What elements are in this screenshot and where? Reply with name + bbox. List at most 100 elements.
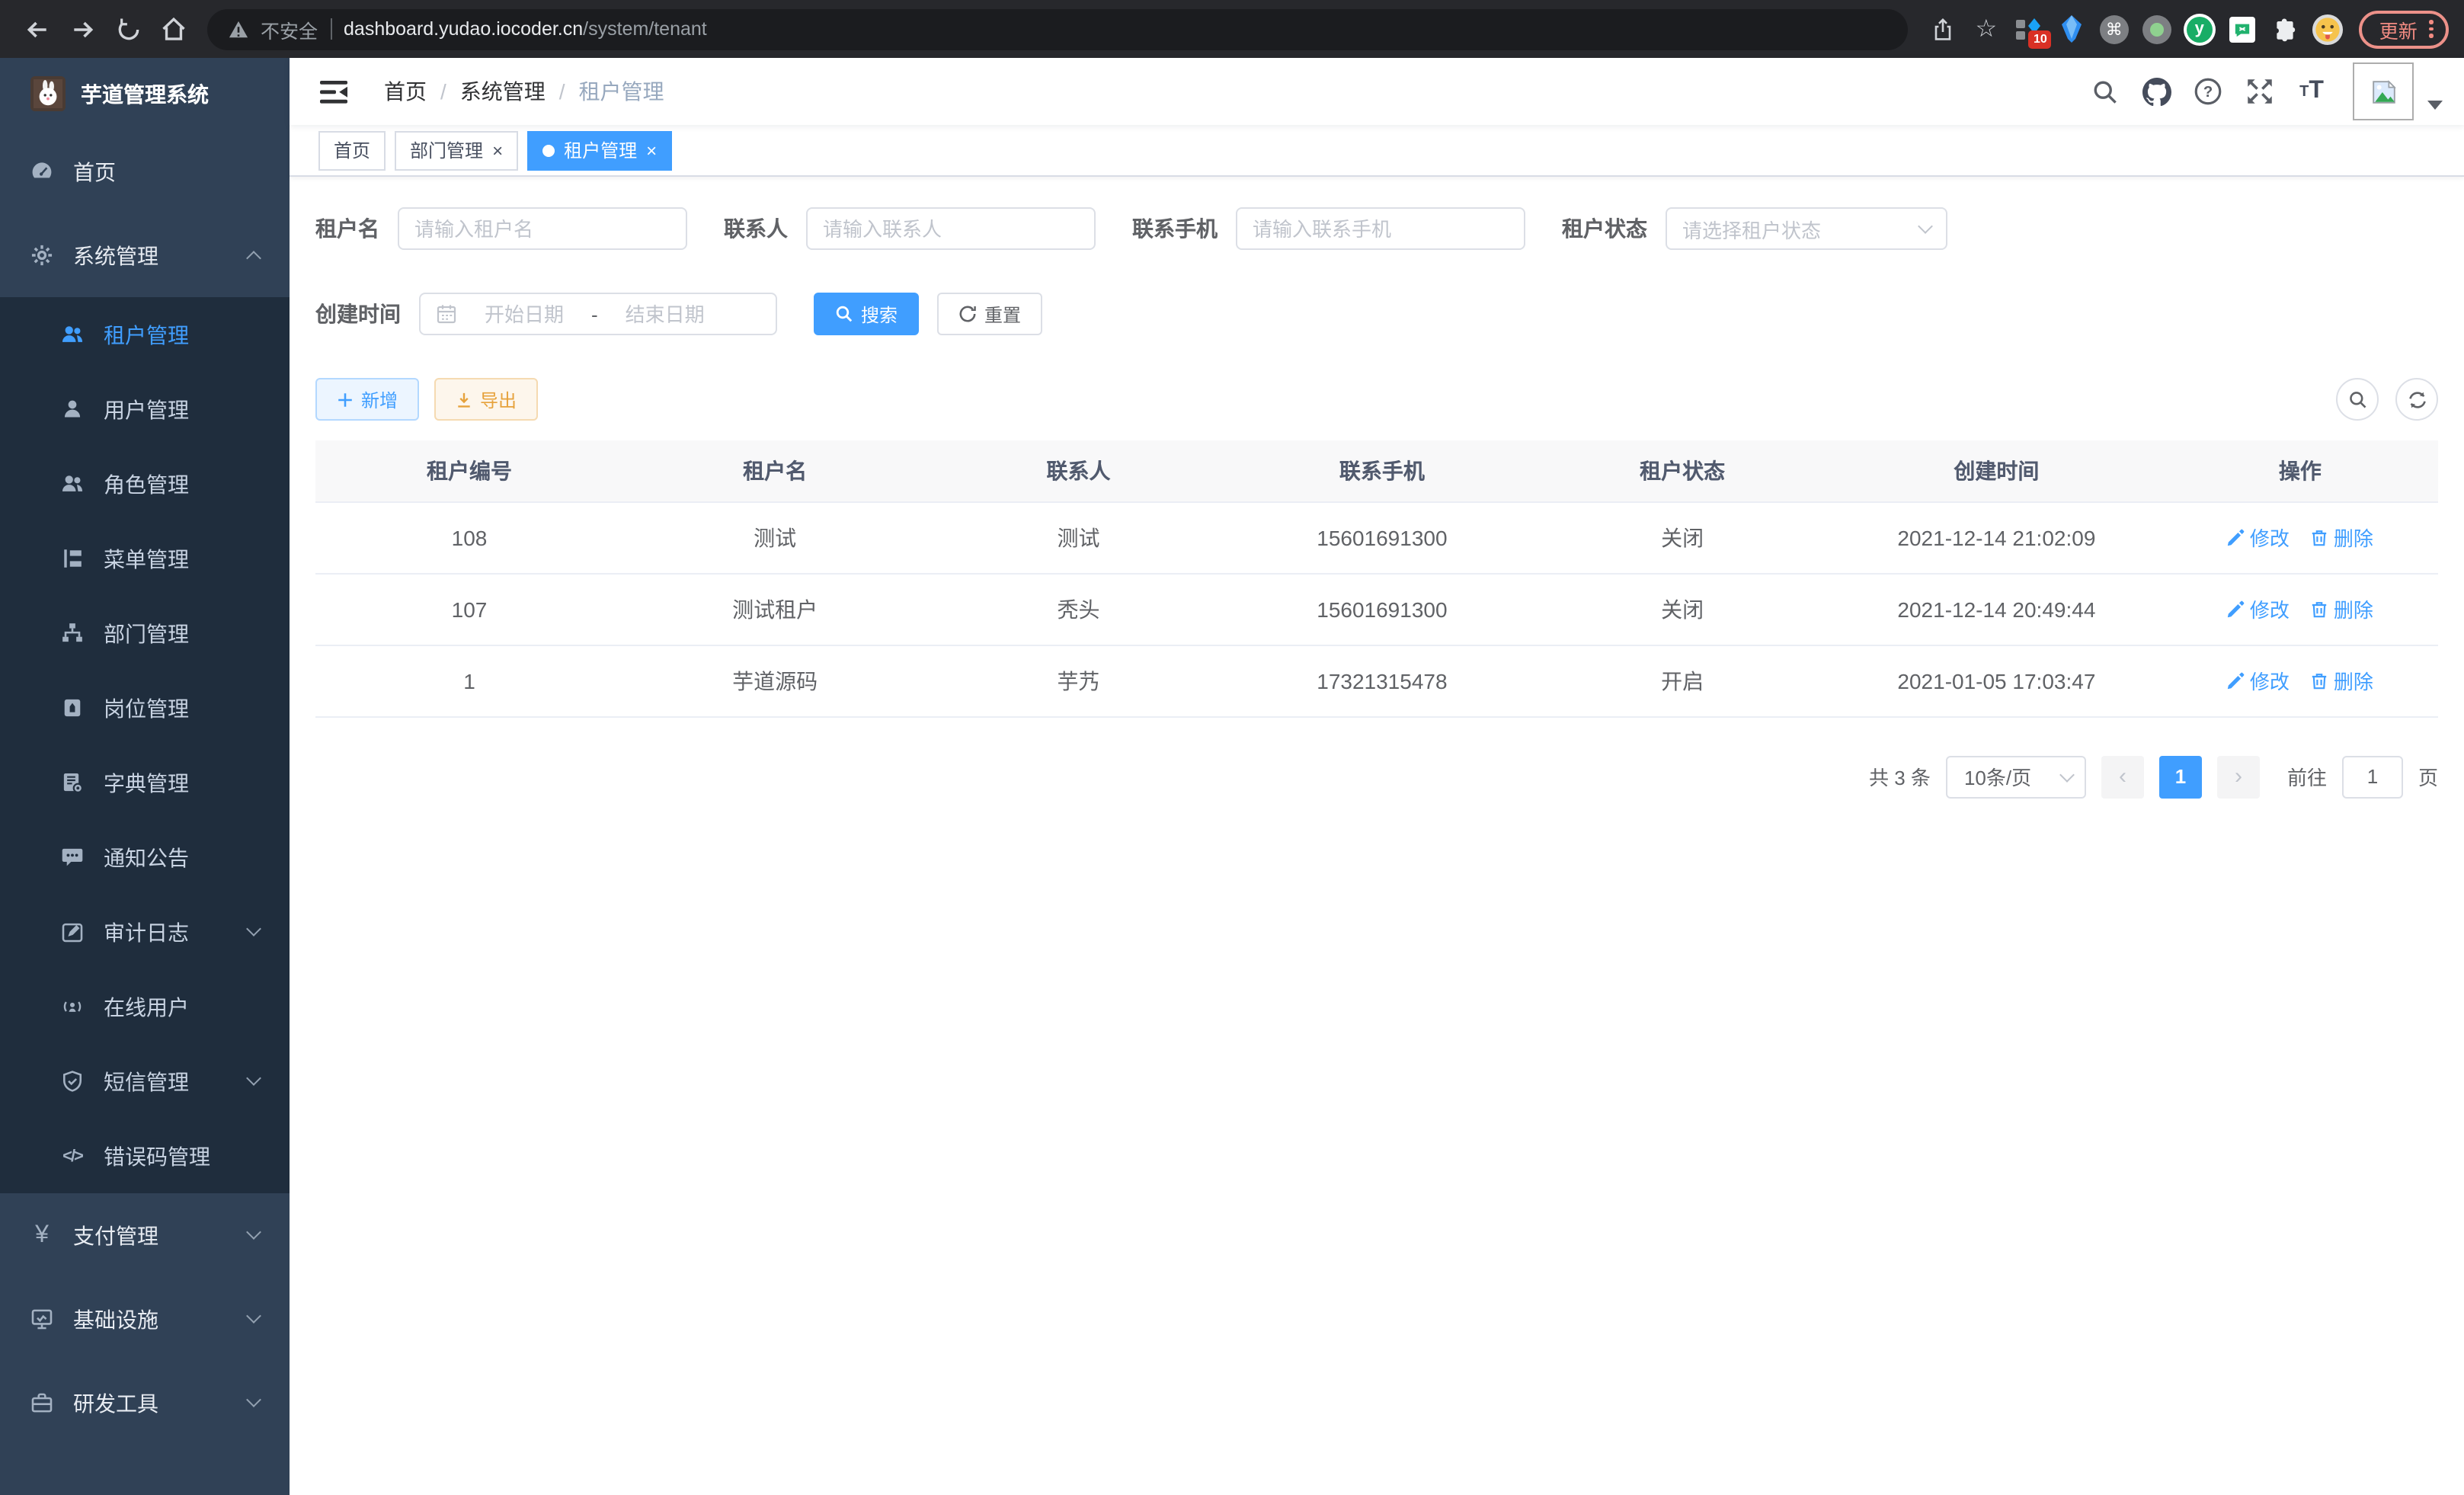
app-logo-row[interactable]: 芋道管理系统 bbox=[0, 58, 290, 130]
status-select[interactable]: 请选择租户状态 bbox=[1666, 207, 1947, 250]
sidebar-item-users[interactable]: 用户管理 bbox=[0, 372, 290, 447]
breadcrumb-system[interactable]: 系统管理 bbox=[460, 76, 546, 107]
delete-link[interactable]: 删除 bbox=[2311, 594, 2373, 623]
tab-home[interactable]: 首页 bbox=[318, 130, 386, 170]
page-unit-label: 页 bbox=[2418, 762, 2438, 791]
close-icon[interactable]: × bbox=[646, 141, 657, 159]
forward-icon[interactable] bbox=[61, 8, 104, 50]
extensions-puzzle-icon[interactable] bbox=[2265, 8, 2305, 50]
delete-link[interactable]: 删除 bbox=[2311, 523, 2373, 552]
chevron-down-icon bbox=[2059, 767, 2075, 782]
extension-recorder-icon[interactable] bbox=[2137, 8, 2177, 50]
chevron-down-icon bbox=[246, 1308, 261, 1324]
tab-departments[interactable]: 部门管理 × bbox=[395, 130, 518, 170]
sidebar-item-audit-log[interactable]: 审计日志 bbox=[0, 895, 290, 969]
org-chart-icon bbox=[61, 622, 84, 645]
sidebar-item-online-users[interactable]: 在线用户 bbox=[0, 969, 290, 1044]
sidebar-item-tenant[interactable]: 租户管理 bbox=[0, 297, 290, 372]
col-tenant-id: 租户编号 bbox=[315, 440, 623, 501]
table-refresh-button[interactable] bbox=[2395, 378, 2438, 421]
font-size-icon[interactable]: TT bbox=[2286, 66, 2338, 117]
chevron-down-icon bbox=[246, 1392, 261, 1407]
extension-chat-icon[interactable] bbox=[2222, 8, 2262, 50]
col-tenant-name: 租户名 bbox=[623, 440, 926, 501]
url-divider bbox=[330, 18, 331, 40]
sidebar-item-dev-tools[interactable]: 研发工具 bbox=[0, 1361, 290, 1445]
header-search-icon[interactable] bbox=[2078, 66, 2130, 117]
sidebar-item-payment[interactable]: ¥ 支付管理 bbox=[0, 1193, 290, 1277]
sidebar-item-infrastructure[interactable]: 基础设施 bbox=[0, 1277, 290, 1361]
sidebar: 芋道管理系统 首页 系统管理 租户管理 用户管理 角色管理 bbox=[0, 58, 290, 1495]
sidebar-item-system[interactable]: 系统管理 bbox=[0, 213, 290, 297]
sidebar-item-announcements[interactable]: 通知公告 bbox=[0, 820, 290, 895]
edit-link[interactable]: 修改 bbox=[2227, 594, 2290, 623]
tab-tenant[interactable]: 租户管理 × bbox=[527, 130, 672, 170]
breadcrumb-home[interactable]: 首页 bbox=[384, 76, 427, 107]
caret-down-icon bbox=[2427, 101, 2443, 110]
browser-menu-icon[interactable] bbox=[2430, 20, 2434, 38]
date-start-input[interactable] bbox=[468, 303, 581, 325]
tenant-name-input[interactable] bbox=[414, 217, 670, 240]
table-row: 107 测试租户 秃头 15601691300 关闭 2021-12-14 20… bbox=[315, 573, 2438, 645]
chevron-down-icon bbox=[246, 1224, 261, 1240]
reload-icon[interactable] bbox=[107, 8, 149, 50]
page-size-select[interactable]: 10条/页 bbox=[1946, 755, 2086, 798]
sidebar-item-error-codes[interactable]: </> 错误码管理 bbox=[0, 1119, 290, 1193]
sidebar-item-roles[interactable]: 角色管理 bbox=[0, 447, 290, 521]
back-icon[interactable] bbox=[15, 8, 58, 50]
sidebar-item-sms[interactable]: 短信管理 bbox=[0, 1044, 290, 1119]
filter-row-2: 创建时间 - 搜索 bbox=[315, 293, 2438, 335]
github-icon[interactable] bbox=[2130, 66, 2182, 117]
fullscreen-icon[interactable] bbox=[2234, 66, 2286, 117]
extension-y-icon[interactable]: y bbox=[2180, 8, 2219, 50]
add-button[interactable]: 新增 bbox=[315, 378, 419, 421]
export-button[interactable]: 导出 bbox=[434, 378, 538, 421]
share-icon[interactable] bbox=[1924, 8, 1963, 50]
sidebar-item-departments[interactable]: 部门管理 bbox=[0, 596, 290, 671]
sidebar-item-positions[interactable]: 岗位管理 bbox=[0, 671, 290, 745]
refresh-icon bbox=[958, 305, 977, 323]
prev-page-button[interactable]: ‹ bbox=[2101, 755, 2144, 798]
sms-shield-icon bbox=[61, 1070, 84, 1093]
avatar-broken-image bbox=[2353, 62, 2414, 120]
url-bar[interactable]: 不安全 dashboard.yudao.iocoder.cn/system/te… bbox=[207, 8, 1909, 50]
table-search-toggle[interactable] bbox=[2336, 378, 2379, 421]
current-page-button[interactable]: 1 bbox=[2159, 755, 2202, 798]
audit-log-icon bbox=[61, 920, 84, 943]
status-text: 开启 bbox=[1534, 645, 1831, 716]
breadcrumb: 首页 / 系统管理 / 租户管理 bbox=[384, 76, 664, 107]
home-icon[interactable] bbox=[152, 8, 195, 50]
svg-text:?: ? bbox=[2203, 84, 2213, 101]
goto-page-input[interactable] bbox=[2342, 755, 2403, 798]
sidebar-item-home[interactable]: 首页 bbox=[0, 130, 290, 213]
profile-emoji-icon[interactable] bbox=[2308, 8, 2347, 50]
extension-tabs-icon[interactable]: 10 bbox=[2009, 8, 2049, 50]
date-range-picker[interactable]: - bbox=[419, 293, 777, 335]
help-icon[interactable]: ? bbox=[2182, 66, 2234, 117]
status-text: 关闭 bbox=[1534, 501, 1831, 573]
sidebar-item-menus[interactable]: 菜单管理 bbox=[0, 521, 290, 596]
date-end-input[interactable] bbox=[609, 303, 722, 325]
plus-icon bbox=[337, 391, 354, 408]
update-button[interactable]: 更新 bbox=[2360, 10, 2449, 48]
bookmark-star-icon[interactable]: ☆ bbox=[1966, 8, 2006, 50]
reset-button[interactable]: 重置 bbox=[937, 293, 1042, 335]
search-button[interactable]: 搜索 bbox=[814, 293, 919, 335]
edit-link[interactable]: 修改 bbox=[2227, 523, 2290, 552]
next-page-button[interactable]: › bbox=[2217, 755, 2260, 798]
url-text: dashboard.yudao.iocoder.cn/system/tenant bbox=[344, 18, 707, 40]
user-avatar-menu[interactable] bbox=[2353, 58, 2443, 125]
contact-input[interactable] bbox=[823, 217, 1079, 240]
mobile-input[interactable] bbox=[1253, 217, 1509, 240]
delete-link[interactable]: 删除 bbox=[2311, 666, 2373, 695]
tenant-name-label: 租户名 bbox=[315, 213, 379, 244]
extension-gem-icon[interactable] bbox=[2052, 8, 2091, 50]
close-icon[interactable]: × bbox=[492, 141, 503, 159]
status-text: 关闭 bbox=[1534, 573, 1831, 645]
status-label: 租户状态 bbox=[1562, 213, 1647, 244]
extension-command-icon[interactable]: ⌘ bbox=[2094, 8, 2134, 50]
sidebar-item-dictionary[interactable]: 字典管理 bbox=[0, 745, 290, 820]
sidebar-collapse-icon[interactable] bbox=[320, 80, 347, 103]
edit-link[interactable]: 修改 bbox=[2227, 666, 2290, 695]
chevron-down-icon bbox=[246, 921, 261, 936]
